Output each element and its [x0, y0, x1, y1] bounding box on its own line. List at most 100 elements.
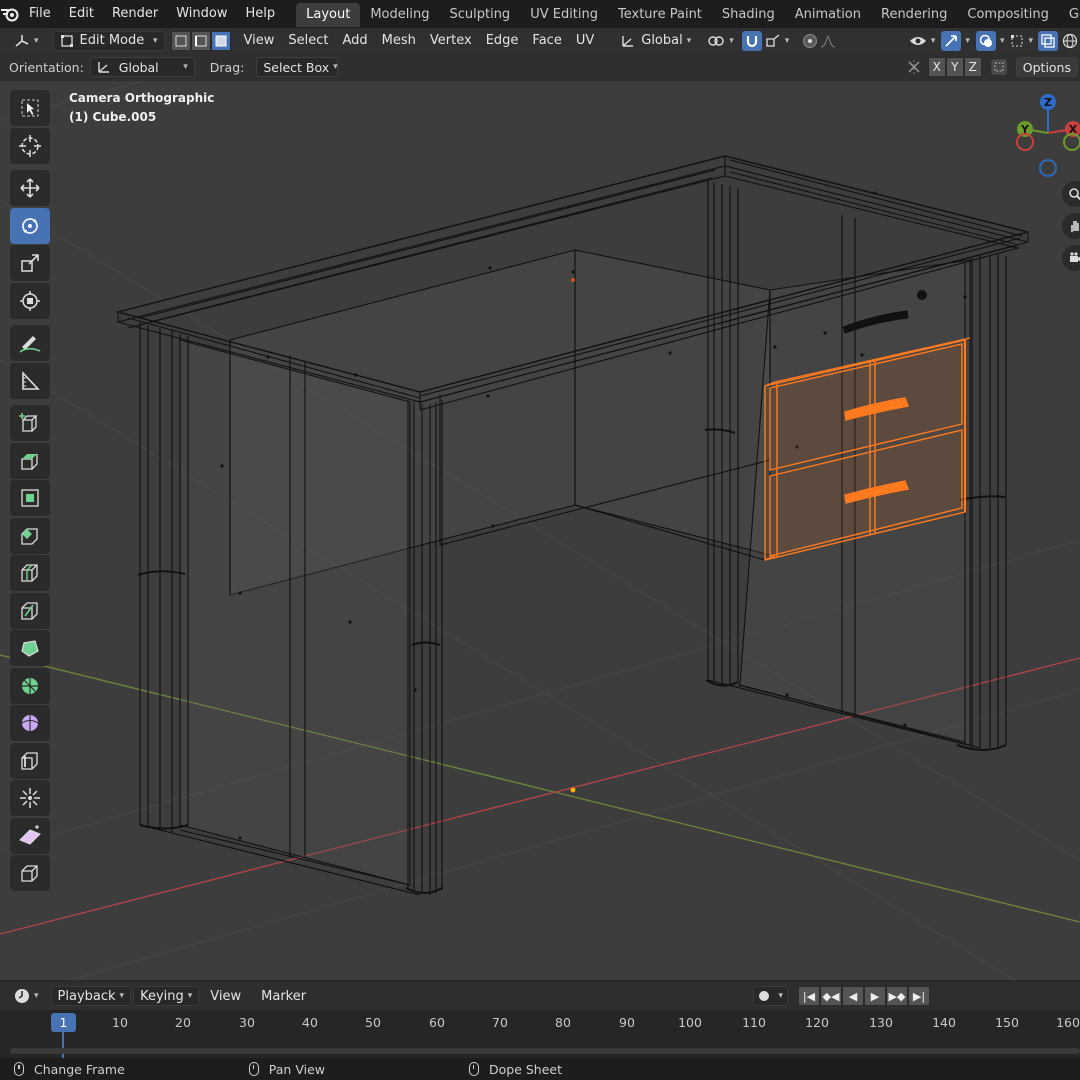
mouse-middle-icon [248, 1062, 259, 1076]
menu-file[interactable]: File [20, 0, 60, 28]
blender-logo-icon[interactable] [0, 6, 20, 22]
menu-add[interactable]: Add [336, 33, 375, 48]
rotate-icon[interactable] [10, 207, 50, 244]
current-frame-indicator[interactable]: 1 [51, 1013, 76, 1032]
transform-icon[interactable] [10, 282, 50, 319]
transform-orientation-dropdown[interactable]: Global ▾ [615, 31, 697, 51]
pivot-icon [708, 35, 724, 46]
jump-end-icon[interactable]: ▶| [908, 986, 930, 1006]
timeline-scrollbar[interactable] [10, 1048, 1080, 1054]
shading-wireframe-button[interactable] [1060, 31, 1080, 51]
auto-merge-icon[interactable] [990, 58, 1008, 76]
editor-type-button[interactable]: ▾ [8, 31, 45, 51]
clock-icon [15, 989, 29, 1003]
play-icon[interactable]: ▶ [864, 986, 886, 1006]
shear-icon[interactable] [10, 817, 50, 854]
prev-keyframe-icon[interactable]: ◆◀ [820, 986, 842, 1006]
pivot-point-dropdown[interactable]: ▾ [701, 31, 740, 51]
tick-label: 90 [619, 1015, 635, 1030]
tab-shading[interactable]: Shading [712, 3, 785, 27]
menu-vertex[interactable]: Vertex [423, 33, 479, 48]
overlays-dropdown[interactable]: ▾ [973, 30, 1008, 51]
snap-toggle[interactable] [741, 30, 762, 51]
tick-label: 10 [112, 1015, 128, 1030]
tab-sculpting[interactable]: Sculpting [439, 3, 520, 27]
drag-dropdown[interactable]: Select Box ▾ [256, 57, 339, 77]
extrude-icon[interactable] [10, 442, 50, 479]
menu-select[interactable]: Select [281, 33, 335, 48]
move-icon[interactable] [10, 170, 50, 206]
smooth-icon[interactable] [10, 705, 50, 741]
mirror-y-button[interactable]: Y [945, 57, 964, 77]
menu-edge[interactable]: Edge [479, 33, 526, 48]
timeline-editor-type[interactable]: ▾ [8, 986, 45, 1006]
menu-window[interactable]: Window [167, 0, 236, 28]
tab-rendering[interactable]: Rendering [871, 3, 957, 27]
tab-compositing[interactable]: Compositing [957, 3, 1059, 27]
loop-cut-icon[interactable] [10, 555, 50, 591]
snap-target-dropdown[interactable]: ▾ [762, 31, 793, 51]
knife-icon[interactable] [10, 592, 50, 629]
gizmo-dropdown[interactable]: ▾ [938, 30, 973, 51]
mirror-z-button[interactable]: Z [963, 57, 982, 77]
shrink-fatten-icon[interactable] [10, 780, 50, 816]
navigation-gizmo[interactable]: Z Y X [1005, 91, 1080, 181]
tab-animation[interactable]: Animation [785, 3, 871, 27]
cursor-icon[interactable] [10, 127, 50, 164]
orientation-dropdown[interactable]: Global ▾ [89, 57, 195, 77]
timeline-marker-menu[interactable]: Marker [254, 989, 313, 1004]
edge-slide-icon[interactable] [10, 742, 50, 779]
tab-modeling[interactable]: Modeling [360, 3, 439, 27]
next-keyframe-icon[interactable]: ▶◆ [886, 986, 908, 1006]
xray-icon [1041, 33, 1055, 48]
menu-render[interactable]: Render [103, 0, 167, 28]
play-reverse-icon[interactable]: ◀ [842, 986, 864, 1006]
face-select-icon[interactable] [210, 30, 231, 51]
timeline-view-menu[interactable]: View [203, 989, 248, 1004]
tab-uv-editing[interactable]: UV Editing [520, 3, 608, 27]
spin-icon[interactable] [10, 667, 50, 704]
bevel-icon[interactable] [10, 517, 50, 554]
menu-face[interactable]: Face [525, 33, 568, 48]
keying-dropdown[interactable]: Keying ▾ [133, 986, 200, 1006]
menu-uv[interactable]: UV [569, 33, 601, 48]
mode-dropdown[interactable]: Edit Mode ▾ [52, 30, 165, 51]
menu-edit[interactable]: Edit [60, 0, 103, 28]
mesh-edit-overlays-dropdown[interactable]: ▾ [1007, 31, 1036, 51]
tick-label: 20 [175, 1015, 191, 1030]
scale-icon[interactable] [10, 245, 50, 281]
jump-start-icon[interactable]: |◀ [798, 986, 820, 1006]
tab-geometry-nodes[interactable]: Geometry Nodes [1059, 3, 1080, 27]
3d-viewport[interactable]: Camera Orthographic (1) Cube.005 Z Y X [0, 81, 1080, 980]
mirror-icon[interactable] [906, 59, 922, 75]
proportional-edit-toggle[interactable] [798, 31, 840, 51]
select-box-icon[interactable] [10, 90, 50, 126]
select-mode-group [170, 30, 231, 51]
visibility-dropdown[interactable]: ▾ [906, 31, 939, 51]
add-cube-icon[interactable] [10, 405, 50, 441]
tick-label: 100 [678, 1015, 702, 1030]
tab-layout[interactable]: Layout [296, 3, 361, 27]
menu-help[interactable]: Help [237, 0, 285, 28]
measure-icon[interactable] [10, 362, 50, 399]
mirror-x-button[interactable]: X [927, 57, 946, 77]
menu-mesh[interactable]: Mesh [375, 33, 423, 48]
tool-shelf [10, 90, 50, 893]
tick-label: 70 [492, 1015, 508, 1030]
edge-select-icon[interactable] [190, 30, 211, 51]
rip-icon[interactable] [10, 855, 50, 891]
magnet-icon [746, 35, 757, 47]
inset-icon[interactable] [10, 480, 50, 516]
menu-view[interactable]: View [237, 33, 282, 48]
tab-texture-paint[interactable]: Texture Paint [608, 3, 712, 27]
status-dope-sheet: Dope Sheet [468, 1062, 562, 1077]
playback-dropdown[interactable]: Playback ▾ [50, 986, 132, 1006]
auto-keying-toggle[interactable]: ▾ [753, 986, 788, 1006]
eye-icon [909, 36, 926, 45]
options-dropdown[interactable]: Options [1015, 57, 1078, 77]
annotate-icon[interactable] [10, 325, 50, 361]
vertex-select-icon[interactable] [170, 30, 191, 51]
poly-build-icon[interactable] [10, 630, 50, 666]
timeline-ruler[interactable]: 1 10 20 30 40 50 60 70 80 90 100 110 120… [0, 1010, 1080, 1058]
xray-toggle[interactable] [1036, 30, 1060, 51]
